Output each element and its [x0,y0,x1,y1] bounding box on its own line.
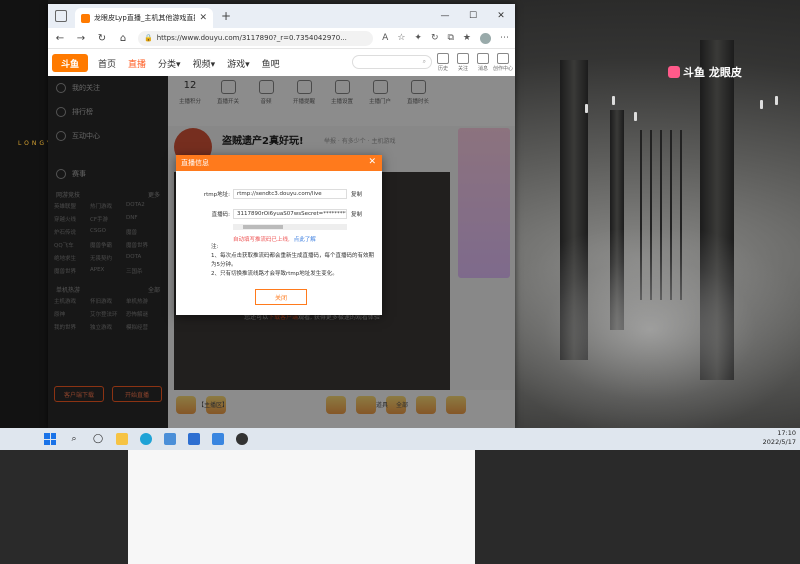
wallpaper-fog [500,230,800,430]
nav-fish-bar[interactable]: 鱼吧 [262,57,280,70]
douyu-logo[interactable]: 斗鱼 [52,54,88,72]
code-field-scrollbar[interactable] [233,224,347,230]
message-icon [477,53,489,64]
window-controls: — ☐ ✕ [431,4,515,28]
douyu-favicon-icon [81,13,90,23]
app-icon[interactable] [206,428,230,450]
stream-info-dialog: 直播信息 ✕ rtmp地址: rtmp://sendtc3.douyu.com/… [176,155,382,315]
store-icon[interactable] [158,428,182,450]
tab-actions-icon[interactable] [55,10,67,22]
task-view-icon[interactable]: ◯ [86,428,110,450]
search-icon[interactable]: ⌕ [423,58,426,66]
url-input[interactable]: 🔒 https://www.douyu.com/3117890?_r=0.735… [138,30,374,46]
dialog-close-button[interactable]: 关闭 [255,289,307,305]
dialog-notes: 注: 1、每次点击获取推流码都会重新生成直播码，每个直播码的有效期为5分钟。 2… [211,243,376,279]
creator-icon [497,53,509,64]
main-nav: 首页 直播 分类▾ 视频▾ 游戏▾ 鱼吧 [98,57,280,70]
lock-icon: 🔒 [144,34,153,42]
dialog-title: 直播信息 [181,159,209,167]
nav-games[interactable]: 游戏▾ [227,57,250,70]
obs-icon[interactable] [230,428,254,450]
mail-icon[interactable] [182,428,206,450]
rtmp-field[interactable]: rtmp://sendtc3.douyu.com/live [233,189,347,199]
close-window-button[interactable]: ✕ [487,4,515,28]
scrollbar-thumb[interactable] [243,225,283,229]
wallpaper-candle [585,104,588,113]
edge-browser-icon[interactable] [134,428,158,450]
rtmp-row: rtmp地址: rtmp://sendtc3.douyu.com/live 复制 [176,189,362,199]
favorites-icon[interactable]: ★ [463,33,471,43]
douyu-fish-icon [668,66,680,78]
nav-category[interactable]: 分类▾ [158,57,181,70]
history-button[interactable]: 历史 [436,53,450,72]
system-clock[interactable]: 17:10 2022/5/17 [763,429,796,447]
code-label: 直播码: [211,212,230,218]
rtmp-label: rtmp地址: [203,192,230,198]
address-bar-row: ← → ↻ ⌂ 🔒 https://www.douyu.com/3117890?… [48,28,515,49]
refresh-extension-icon[interactable]: ↻ [431,33,439,43]
note-item: 1、每次点击获取推流码都会重新生成直播码，每个直播码的有效期为5分钟。 [211,253,375,268]
home-button[interactable]: ⌂ [117,33,129,44]
clock-time: 17:10 [777,429,796,437]
windows-logo-icon [44,433,56,445]
wallpaper-candle [775,96,778,105]
file-explorer-icon[interactable] [110,428,134,450]
clock-date: 2022/5/17 [762,438,796,446]
copy-code-button[interactable]: 复制 [351,210,362,218]
nav-live[interactable]: 直播 [128,57,146,70]
copy-rtmp-button[interactable]: 复制 [351,190,362,198]
profile-avatar[interactable] [480,32,491,44]
note-item: 2、只有切换推流线路才会导致rtmp地址发生变化。 [211,271,338,277]
nav-home[interactable]: 首页 [98,57,116,70]
forward-button[interactable]: → [75,33,87,44]
wallpaper-candle [634,112,637,121]
collections-icon[interactable]: ⧉ [447,33,453,43]
douyu-watermark: 斗鱼 龙眼皮 [668,64,742,80]
follow-button[interactable]: 关注 [456,53,470,72]
follow-icon [457,53,469,64]
dialog-header: 直播信息 ✕ [176,155,382,171]
notes-title: 注: [211,244,219,250]
refresh-button[interactable]: ↻ [96,33,108,44]
new-tab-button[interactable]: + [221,9,231,23]
read-aloud-icon[interactable]: A [382,33,388,43]
wallpaper-candle [760,100,763,109]
minimize-button[interactable]: — [431,4,459,28]
url-text: https://www.douyu.com/3117890?_r=0.73540… [156,34,347,42]
tab-close-icon[interactable]: ✕ [199,13,207,23]
tab-title: 龙眼皮Lyp直播_主机其他游戏直播 - 斗 [94,14,196,22]
taskbar: ⌕ ◯ 17:10 2022/5/17 [0,428,800,450]
dialog-close-icon[interactable]: ✕ [368,157,376,167]
history-icon [437,53,449,64]
maximize-button[interactable]: ☐ [459,4,487,28]
extension-icon[interactable]: ✦ [414,33,422,43]
auto-fill-notice: 自动填写推流码已上线, 点此了解 [233,237,316,243]
back-button[interactable]: ← [54,33,66,44]
creator-button[interactable]: 创作中心 [493,53,513,72]
search-input[interactable]: ⌕ [352,55,432,69]
douyu-watermark-text: 斗鱼 龙眼皮 [683,66,742,79]
site-header: 斗鱼 首页 直播 分类▾ 视频▾ 游戏▾ 鱼吧 ⌕ 历史 关注 消息 创作中心 … [48,49,515,78]
messages-button[interactable]: 消息 [476,53,490,72]
code-field[interactable]: 3117890rOi6yuaS07wsSecret=**************… [233,209,347,219]
more-menu-icon[interactable]: ⋯ [500,33,509,43]
start-button[interactable] [38,428,62,450]
wallpaper-candle [612,96,615,105]
wallpaper-dark-strip [0,0,48,428]
taskbar-search-icon[interactable]: ⌕ [62,428,86,450]
nav-video[interactable]: 视频▾ [193,57,216,70]
header-icons: 历史 关注 消息 创作中心 我的 [436,53,515,72]
browser-tab[interactable]: 龙眼皮Lyp直播_主机其他游戏直播 - 斗 ✕ [75,8,213,28]
browser-titlebar: 龙眼皮Lyp直播_主机其他游戏直播 - 斗 ✕ + — ☐ ✕ [48,4,515,28]
favorite-star-icon[interactable]: ☆ [397,33,405,43]
code-row: 直播码: 3117890rOi6yuaS07wsSecret=*********… [176,209,362,219]
